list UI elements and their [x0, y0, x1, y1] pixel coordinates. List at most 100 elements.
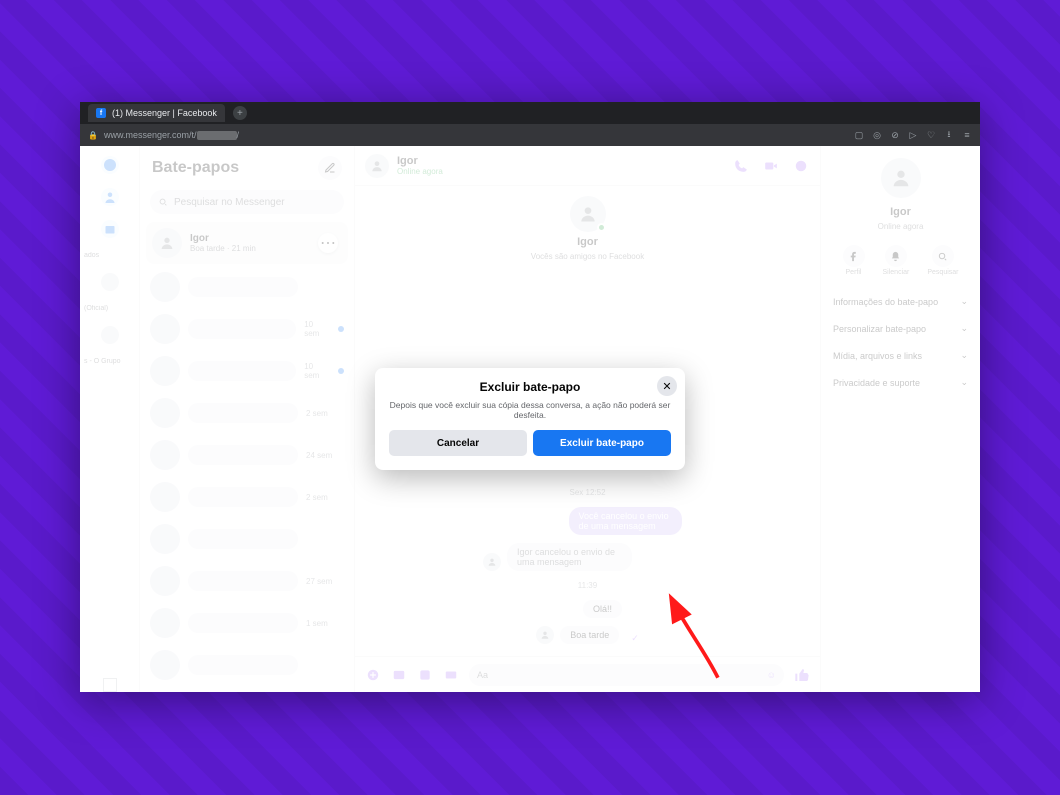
add-attachment-icon[interactable] — [365, 667, 381, 683]
avatar-icon — [150, 482, 180, 512]
avatar-icon — [150, 272, 180, 302]
conversation-item-active[interactable]: Igor Boa tarde · 21 min ⋯ — [146, 222, 348, 264]
message-row: Igor cancelou o envio de uma mensagem — [483, 543, 692, 571]
conversation-item[interactable]: 2 sem — [140, 392, 354, 434]
search-input[interactable]: Pesquisar no Messenger — [150, 190, 344, 214]
redacted-preview — [188, 319, 297, 339]
left-rail: ados (Oficial) s - O Grupo — [80, 146, 140, 692]
avatar-icon — [536, 626, 554, 644]
redacted-preview — [188, 613, 298, 633]
layout-toggle-icon[interactable] — [103, 678, 117, 692]
emoji-icon[interactable]: ☺ — [767, 670, 776, 680]
chevron-down-icon: ⌄ — [960, 296, 968, 307]
sticker-icon[interactable] — [417, 667, 433, 683]
conversation-item[interactable]: 1 sem — [140, 602, 354, 644]
redacted-preview — [188, 403, 298, 423]
info-panel: Igor Online agora Perfil Silenciar Pesqu… — [820, 146, 980, 692]
confirm-delete-button[interactable]: Excluir bate-papo — [533, 430, 671, 456]
browser-tab[interactable]: f (1) Messenger | Facebook — [88, 104, 225, 122]
image-icon[interactable] — [391, 667, 407, 683]
thumbs-up-icon[interactable] — [794, 667, 810, 683]
rail-people-icon[interactable] — [101, 188, 119, 206]
unread-indicator-icon — [338, 368, 344, 374]
rail-market-icon[interactable] — [101, 220, 119, 238]
conversation-item[interactable]: 24 sem — [140, 434, 354, 476]
close-button[interactable]: ✕ — [657, 376, 677, 396]
delivered-icon: ✓ — [631, 633, 639, 644]
message-bubble: Olá!! — [583, 600, 622, 618]
browser-window: f (1) Messenger | Facebook + 🔒 www.messe… — [80, 102, 980, 692]
online-indicator-icon — [597, 223, 606, 232]
contact-avatar — [570, 196, 606, 232]
modal-title: Excluir bate-papo — [389, 380, 671, 394]
message-input[interactable]: Aa ☺ — [469, 664, 784, 686]
conversation-item[interactable]: 10 sem — [140, 308, 354, 350]
menu-icon[interactable]: ≡ — [962, 130, 972, 140]
chevron-down-icon: ⌄ — [960, 377, 968, 388]
conversation-list-header: Bate-papos — [140, 146, 354, 186]
avatar-icon — [152, 228, 182, 258]
conversation-item[interactable]: 10 sem — [140, 350, 354, 392]
call-icon[interactable] — [732, 157, 750, 175]
unread-indicator-icon — [338, 326, 344, 332]
conversation-time: 2 sem — [306, 493, 328, 502]
info-icon[interactable] — [792, 157, 810, 175]
info-section[interactable]: Informações do bate-papo⌄ — [829, 290, 972, 313]
conversation-item[interactable] — [140, 518, 354, 560]
extension-icon[interactable]: ⊘ — [890, 130, 900, 140]
conversation-item[interactable]: 2 sem — [140, 476, 354, 518]
rail-group-icon[interactable] — [101, 326, 119, 344]
conversation-list: Igor Boa tarde · 21 min ⋯ 10 sem 10 sem 2 … — [140, 220, 354, 692]
info-section[interactable]: Personalizar bate-papo⌄ — [829, 317, 972, 340]
gif-icon[interactable] — [443, 667, 459, 683]
rail-label: ados — [80, 252, 139, 259]
search-icon — [158, 197, 168, 207]
timestamp-label: Sex 12:52 — [365, 488, 810, 497]
composer-bar: Aa ☺ — [355, 656, 820, 692]
conversation-item[interactable]: 27 sem — [140, 560, 354, 602]
conversation-item[interactable] — [140, 266, 354, 308]
redacted-preview — [188, 655, 298, 675]
browser-tab-bar: f (1) Messenger | Facebook + — [80, 102, 980, 124]
tab-title: (1) Messenger | Facebook — [112, 108, 217, 118]
message-placeholder: Aa — [477, 670, 488, 680]
avatar-icon — [150, 398, 180, 428]
message-row: Olá!! — [553, 600, 622, 618]
unsent-message-pill: Igor cancelou o envio de uma mensagem — [507, 543, 632, 571]
avatar-icon — [150, 566, 180, 596]
facebook-favicon-icon: f — [96, 108, 106, 118]
message-bubble: Boa tarde — [560, 626, 619, 644]
timestamp-label: 11:39 — [365, 581, 810, 590]
extension-icon[interactable]: ◎ — [872, 130, 882, 140]
conversation-item[interactable] — [140, 644, 354, 686]
profile-action[interactable]: Perfil — [843, 245, 865, 276]
lock-icon: 🔒 — [88, 131, 98, 140]
new-tab-button[interactable]: + — [233, 106, 247, 120]
rail-label: (Oficial) — [80, 305, 139, 312]
contact-display-name: Igor — [577, 236, 598, 248]
info-section[interactable]: Mídia, arquivos e links⌄ — [829, 344, 972, 367]
conversation-time: 10 sem — [304, 362, 330, 380]
compose-button[interactable] — [318, 156, 342, 180]
url-text[interactable]: www.messenger.com/t// — [104, 130, 848, 140]
video-call-icon[interactable] — [762, 157, 780, 175]
extension-icon[interactable]: ♡ — [926, 130, 936, 140]
download-icon[interactable]: ⭳ — [944, 130, 954, 140]
messenger-app: ados (Oficial) s - O Grupo Bate-papos Pe… — [80, 146, 980, 692]
chevron-down-icon: ⌄ — [960, 323, 968, 334]
conversation-time: 10 sem — [304, 320, 330, 338]
mute-action[interactable]: Silenciar — [883, 245, 910, 276]
avatar-icon — [483, 553, 501, 571]
rail-group-icon[interactable] — [101, 273, 119, 291]
extension-icon[interactable]: ▢ — [854, 130, 864, 140]
cancel-button[interactable]: Cancelar — [389, 430, 527, 456]
avatar-icon — [881, 158, 921, 198]
conversation-menu-button[interactable]: ⋯ — [318, 233, 338, 253]
search-action[interactable]: Pesquisar — [927, 245, 958, 276]
thread-header: Igor Online agora — [355, 146, 820, 186]
rail-chat-icon[interactable] — [101, 156, 119, 174]
info-section[interactable]: Privacidade e suporte⌄ — [829, 371, 972, 394]
conversation-list-panel: Bate-papos Pesquisar no Messenger Igor B… — [140, 146, 355, 692]
extension-icon[interactable]: ▷ — [908, 130, 918, 140]
conversation-time: 27 sem — [306, 577, 332, 586]
